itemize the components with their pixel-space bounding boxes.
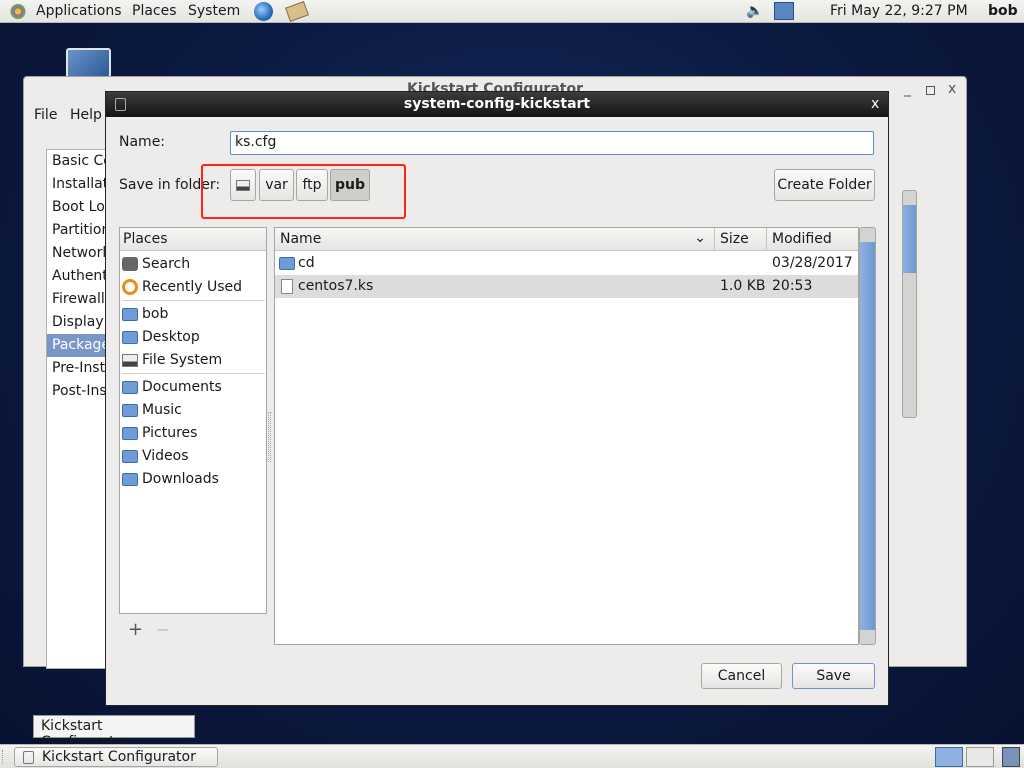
applications-logo-icon (9, 3, 27, 20)
volume-icon[interactable]: 🔈 (746, 3, 763, 19)
trash-icon[interactable] (1002, 747, 1020, 767)
menu-places[interactable]: Places (132, 3, 177, 19)
remove-bookmark-button[interactable]: − (156, 620, 169, 639)
column-header-name[interactable]: Name ⌄ (275, 228, 715, 251)
right-scrollbar[interactable] (902, 190, 917, 418)
menu-help[interactable]: Help (70, 107, 102, 123)
desktop-folder-icon (122, 330, 138, 344)
binoculars-icon (122, 257, 138, 271)
annotation-highlight-box (201, 164, 406, 219)
scrollbar-thumb[interactable] (860, 242, 875, 630)
pane-resize-handle[interactable] (268, 412, 271, 462)
place-downloads[interactable]: Downloads (122, 468, 265, 490)
file-name: centos7.ks (298, 278, 374, 294)
mail-icon[interactable] (285, 1, 309, 22)
file-row[interactable]: cd 03/28/2017 (275, 252, 858, 275)
place-recently-used[interactable]: Recently Used (122, 276, 265, 298)
place-search[interactable]: Search (122, 253, 265, 275)
chevron-down-icon: ⌄ (694, 230, 706, 246)
menu-system[interactable]: System (188, 3, 240, 19)
add-bookmark-button[interactable]: + (128, 619, 143, 640)
file-list: Name ⌄ Size Modified cd 03/28/2017 centos… (274, 227, 859, 645)
place-bob[interactable]: bob (122, 303, 265, 325)
create-folder-button[interactable]: Create Folder (774, 169, 875, 201)
separator (122, 300, 265, 301)
top-panel: Applications Places System 🔈 Fri May 22,… (0, 0, 1024, 23)
place-desktop[interactable]: Desktop (122, 326, 265, 348)
desktop-icon-computer[interactable] (66, 48, 111, 78)
file-name: cd (298, 255, 315, 271)
file-size: 1.0 KB (720, 278, 766, 294)
place-documents[interactable]: Documents (122, 376, 265, 398)
file-list-scrollbar[interactable] (859, 227, 876, 645)
home-folder-icon (122, 307, 138, 321)
close-button[interactable]: x (871, 96, 879, 112)
folder-icon (279, 257, 295, 270)
show-desktop-button[interactable] (2, 750, 6, 764)
place-videos[interactable]: Videos (122, 445, 265, 467)
downloads-folder-icon (122, 472, 138, 486)
user-name[interactable]: bob (988, 3, 1018, 19)
videos-folder-icon (122, 449, 138, 463)
bottom-taskbar: Kickstart Configurator (0, 744, 1024, 768)
menu-file[interactable]: File (34, 107, 57, 123)
place-file-system[interactable]: File System (122, 349, 265, 371)
save-button[interactable]: Save (792, 663, 875, 689)
workspace-1[interactable] (935, 747, 963, 767)
name-label: Name: (119, 134, 166, 150)
column-header-size[interactable]: Size (715, 228, 767, 251)
recent-icon (122, 279, 138, 295)
text-file-icon (281, 279, 293, 294)
minimize-button[interactable]: _ (904, 81, 911, 97)
drive-icon (122, 353, 138, 367)
dialog-title: system-config-kickstart (403, 96, 591, 112)
close-button[interactable]: x (948, 81, 956, 97)
save-dialog: system-config-kickstart x Name: ks.cfg S… (105, 91, 889, 706)
place-pictures[interactable]: Pictures (122, 422, 265, 444)
documents-folder-icon (122, 380, 138, 394)
dialog-titlebar: system-config-kickstart x (106, 92, 888, 117)
tooltip: Kickstart Configurator (33, 715, 195, 750)
clock[interactable]: Fri May 22, 9:27 PM (830, 3, 968, 19)
web-browser-icon[interactable] (254, 2, 273, 21)
separator (122, 373, 265, 374)
column-header-modified[interactable]: Modified (767, 228, 858, 251)
places-header[interactable]: Places (120, 228, 266, 251)
maximize-button[interactable] (926, 86, 935, 95)
cancel-button[interactable]: Cancel (701, 663, 782, 689)
pictures-folder-icon (122, 426, 138, 440)
app-icon (23, 750, 34, 764)
taskbar-item-kickstart[interactable]: Kickstart Configurator (14, 747, 218, 767)
scrollbar-thumb[interactable] (903, 205, 916, 273)
network-icon[interactable] (774, 2, 794, 20)
name-input[interactable]: ks.cfg (230, 131, 874, 155)
menu-applications[interactable]: Applications (36, 3, 122, 19)
workspace-2[interactable] (966, 747, 994, 767)
file-row-selected[interactable]: centos7.ks 1.0 KB 20:53 (275, 275, 858, 298)
file-modified: 03/28/2017 (772, 255, 853, 271)
file-modified: 20:53 (772, 278, 813, 294)
place-music[interactable]: Music (122, 399, 265, 421)
music-folder-icon (122, 403, 138, 417)
places-pane: Places Search Recently Used bob Desktop … (119, 227, 267, 614)
